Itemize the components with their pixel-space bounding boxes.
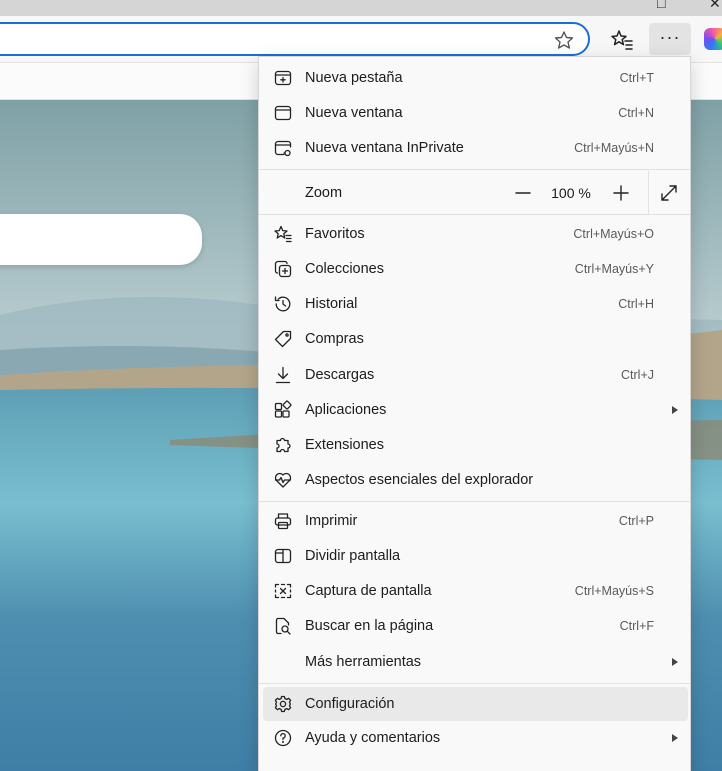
menu-item-label: Colecciones — [305, 261, 384, 277]
menu-item-screenshot[interactable]: Captura de pantalla Ctrl+Mayús+S — [263, 574, 688, 608]
menu-item-label: Dividir pantalla — [305, 548, 401, 564]
menu-item-more-tools[interactable]: Más herramientas — [263, 645, 688, 679]
zoom-value: 100 % — [551, 185, 591, 201]
submenu-arrow-icon — [672, 734, 678, 742]
menu-item-label: Favoritos — [305, 226, 365, 242]
menu-item-downloads[interactable]: Descargas Ctrl+J — [263, 358, 688, 392]
find-icon — [273, 616, 293, 636]
menu-item-label: Nueva ventana InPrivate — [305, 140, 464, 156]
menu-item-new-window[interactable]: Nueva ventana Ctrl+N — [263, 96, 688, 130]
apps-icon — [273, 400, 293, 420]
menu-item-label: Descargas — [305, 367, 375, 383]
tag-icon — [273, 329, 293, 349]
menu-item-label: Configuración — [305, 696, 395, 712]
heartbeat-icon — [273, 470, 293, 490]
title-bar: □ ✕ — [0, 0, 722, 16]
menu-item-label: Historial — [305, 296, 358, 312]
split-screen-icon — [273, 546, 293, 566]
zoom-out-icon[interactable] — [513, 183, 533, 203]
menu-separator — [259, 169, 690, 170]
menu-separator — [259, 683, 690, 684]
menu-item-label: Aplicaciones — [305, 402, 387, 418]
menu-item-browser-essentials[interactable]: Aspectos esenciales del explorador — [263, 463, 688, 497]
inprivate-icon — [273, 138, 293, 158]
menu-item-label: Imprimir — [305, 513, 358, 529]
menu-item-new-tab[interactable]: Nueva pestaña Ctrl+T — [263, 61, 688, 95]
restore-window-icon[interactable]: □ — [657, 0, 665, 10]
menu-item-label: Captura de pantalla — [305, 583, 432, 599]
submenu-arrow-icon — [672, 658, 678, 666]
menu-item-shortcut: Ctrl+Mayús+S — [574, 584, 654, 598]
screenshot-icon — [273, 581, 293, 601]
menu-item-apps[interactable]: Aplicaciones — [263, 393, 688, 427]
menu-separator — [259, 501, 690, 502]
menu-item-help-and-feedback[interactable]: Ayuda y comentarios — [263, 721, 688, 755]
menu-item-shortcut: Ctrl+P — [618, 514, 654, 528]
printer-icon — [273, 511, 293, 531]
menu-item-shortcut: Ctrl+Mayús+O — [573, 227, 654, 241]
menu-item-shortcut: Ctrl+T — [619, 71, 654, 85]
zoom-in-icon[interactable] — [611, 183, 631, 203]
settings-menu: Nueva pestaña Ctrl+T Nueva ventana Ctrl+… — [258, 56, 691, 771]
menu-item-label: Ayuda y comentarios — [305, 730, 441, 746]
favorites-icon — [273, 224, 293, 244]
zoom-divider — [648, 171, 649, 215]
menu-item-split-screen[interactable]: Dividir pantalla — [263, 539, 688, 573]
menu-item-shopping[interactable]: Compras — [263, 322, 688, 356]
add-favorite-star-icon[interactable] — [553, 30, 575, 50]
help-icon — [273, 728, 293, 748]
gear-icon — [273, 694, 293, 714]
history-icon — [273, 294, 293, 314]
menu-item-new-inprivate-window[interactable]: Nueva ventana InPrivate Ctrl+Mayús+N — [263, 131, 688, 165]
download-icon — [273, 365, 293, 385]
submenu-arrow-icon — [672, 406, 678, 414]
menu-item-label: Aspectos esenciales del explorador — [305, 472, 534, 488]
menu-item-shortcut: Ctrl+F — [619, 619, 654, 633]
collections-icon — [273, 259, 293, 279]
address-bar[interactable] — [0, 22, 590, 56]
menu-item-shortcut: Ctrl+Mayús+N — [574, 141, 654, 155]
new-window-icon — [273, 103, 293, 123]
menu-item-find-on-page[interactable]: Buscar en la página Ctrl+F — [263, 609, 688, 643]
new-tab-icon — [273, 68, 293, 88]
fullscreen-icon[interactable] — [659, 183, 679, 203]
menu-item-shortcut: Ctrl+N — [618, 106, 654, 120]
menu-item-label: Compras — [305, 331, 364, 347]
menu-item-label: Más herramientas — [305, 654, 422, 670]
copilot-icon[interactable] — [704, 28, 722, 50]
menu-item-collections[interactable]: Colecciones Ctrl+Mayús+Y — [263, 252, 688, 286]
menu-item-label: Extensiones — [305, 437, 384, 453]
menu-item-print[interactable]: Imprimir Ctrl+P — [263, 504, 688, 538]
close-window-icon[interactable]: ✕ — [709, 0, 721, 10]
menu-item-label: Nueva ventana — [305, 105, 403, 121]
menu-item-favorites[interactable]: Favoritos Ctrl+Mayús+O — [263, 217, 688, 251]
menu-item-shortcut: Ctrl+H — [618, 297, 654, 311]
menu-item-label: Nueva pestaña — [305, 70, 403, 86]
menu-item-extensions[interactable]: Extensiones — [263, 428, 688, 462]
menu-item-shortcut: Ctrl+J — [621, 368, 654, 382]
menu-item-history[interactable]: Historial Ctrl+H — [263, 287, 688, 321]
zoom-label: Zoom — [305, 185, 343, 201]
zoom-control: Zoom 100 % — [263, 171, 688, 215]
settings-and-more-button[interactable]: ··· — [649, 23, 691, 55]
search-box[interactable] — [0, 214, 202, 265]
favorites-icon[interactable] — [610, 28, 634, 52]
menu-item-settings[interactable]: Configuración — [263, 687, 688, 721]
menu-item-label: Buscar en la página — [305, 618, 434, 634]
puzzle-icon — [273, 435, 293, 455]
menu-item-shortcut: Ctrl+Mayús+Y — [574, 262, 654, 276]
menu-separator — [259, 214, 690, 215]
